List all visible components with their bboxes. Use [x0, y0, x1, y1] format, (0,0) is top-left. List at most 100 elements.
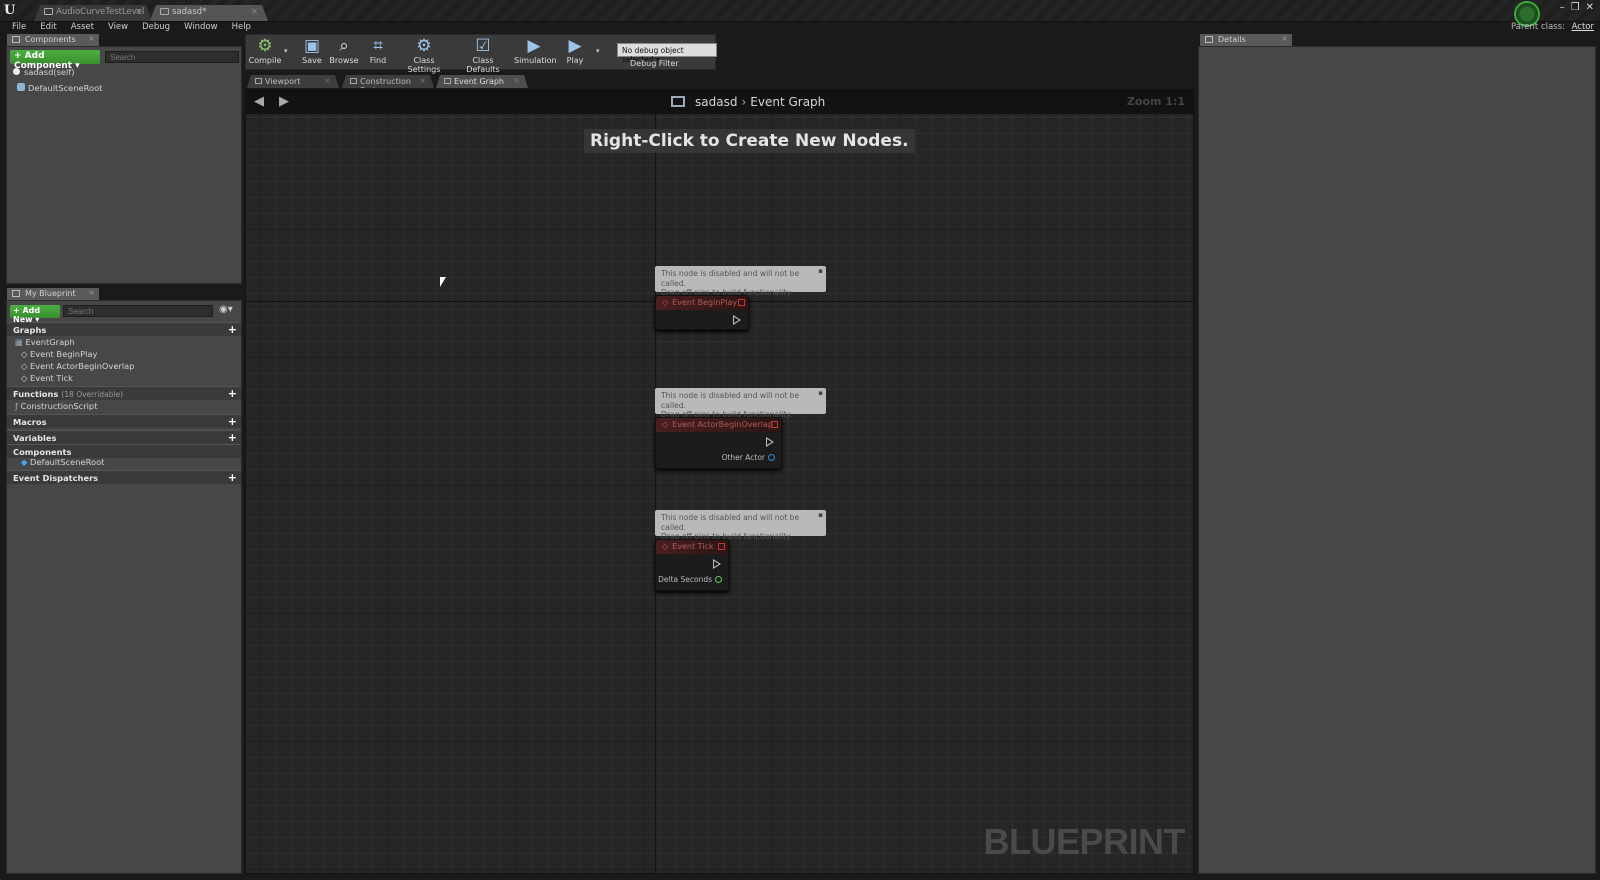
browse-button[interactable]: ⌕ Browse [328, 36, 360, 70]
comment-close-icon[interactable]: ▪ [818, 511, 823, 521]
tree-item-event-tick[interactable]: ◇ Event Tick [7, 373, 241, 385]
event-icon: ◇ [21, 349, 31, 359]
delegate-pin-icon[interactable] [771, 421, 778, 428]
class-defaults-button[interactable]: ☑ Class Defaults [456, 36, 510, 74]
parent-class-link[interactable]: Actor [1572, 22, 1594, 32]
disabled-node-comment: This node is disabled and will not be ca… [655, 388, 826, 419]
tree-item-self[interactable]: sadasd(self) [7, 67, 241, 79]
simulation-button[interactable]: ▶ Simulation [514, 36, 557, 70]
close-icon[interactable]: × [251, 7, 258, 17]
node-event-beginplay[interactable]: ◇ Event BeginPlay [655, 295, 749, 330]
category-event-dispatchers[interactable]: Event Dispatchers + [7, 470, 241, 484]
scene-component-icon: ◆ [21, 457, 31, 467]
menu-asset[interactable]: Asset [71, 22, 94, 34]
node-event-tick[interactable]: ◇ Event Tick Delta Seconds [655, 539, 729, 591]
category-functions[interactable]: Functions (18 Overridable) + [7, 386, 241, 400]
menu-file[interactable]: File [12, 22, 26, 34]
play-button[interactable]: ▶ Play [558, 36, 592, 70]
event-icon: ◇ [662, 298, 669, 307]
graph-origin-vertical [655, 90, 656, 873]
category-variables[interactable]: Variables + [7, 430, 241, 444]
simulation-icon: ▶ [527, 36, 541, 56]
class-settings-button[interactable]: ⚙ Class Settings [398, 36, 450, 74]
category-macros[interactable]: Macros + [7, 414, 241, 428]
add-dispatcher-icon[interactable]: + [228, 471, 237, 484]
add-new-button[interactable]: + Add New ▾ [10, 305, 60, 324]
back-arrow-icon[interactable]: ◀ [254, 94, 264, 109]
pin-delta-seconds[interactable]: Delta Seconds [658, 575, 722, 584]
close-icon[interactable]: × [1281, 34, 1288, 43]
tab-sadasd[interactable]: sadasd* × [150, 5, 268, 21]
tab-audio-curve-level[interactable]: AudioCurveTestLevel × [34, 5, 152, 21]
add-component-button[interactable]: + Add Component ▾ [10, 50, 100, 71]
tree-item-event-beginplay[interactable]: ◇ Event BeginPlay [7, 349, 241, 361]
visibility-eye-icon[interactable]: ◉▾ [219, 304, 233, 315]
menu-view[interactable]: View [108, 22, 128, 34]
save-button[interactable]: ▣ Save [298, 36, 326, 70]
add-macro-icon[interactable]: + [228, 415, 237, 428]
compile-button[interactable]: ⚙ Compile [248, 36, 282, 70]
maximize-icon[interactable]: ❐ [1571, 2, 1580, 13]
compile-options-chevron-icon[interactable]: ▾ [284, 47, 288, 55]
exec-output-pin-icon[interactable] [713, 559, 721, 569]
comment-close-icon[interactable]: ▪ [818, 389, 823, 399]
blueprint-icon [160, 8, 169, 15]
event-graph-canvas[interactable]: ◀ ▶ sadasd › Event Graph Zoom 1:1 Right-Cl… [245, 89, 1194, 874]
play-options-chevron-icon[interactable]: ▾ [596, 47, 600, 55]
breadcrumb-root[interactable]: sadasd [695, 95, 737, 109]
tab-details[interactable]: Details × [1200, 34, 1292, 46]
graph-icon [444, 78, 451, 84]
delegate-pin-icon[interactable] [738, 299, 745, 306]
close-icon[interactable]: × [513, 76, 520, 85]
close-icon[interactable]: × [419, 76, 426, 85]
mouse-cursor-icon [440, 277, 446, 287]
forward-arrow-icon[interactable]: ▶ [279, 94, 289, 109]
node-event-actorbeginoverlap[interactable]: ◇ Event ActorBeginOverlap Other Actor [655, 417, 782, 469]
add-variable-icon[interactable]: + [228, 431, 237, 444]
components-search-input[interactable] [105, 51, 239, 63]
float-pin-icon[interactable] [715, 576, 722, 583]
add-function-icon[interactable]: + [228, 387, 237, 400]
menu-edit[interactable]: Edit [40, 22, 56, 34]
pin-other-actor[interactable]: Other Actor [722, 453, 775, 462]
function-icon [350, 78, 357, 84]
close-icon[interactable]: × [88, 288, 95, 297]
close-window-icon[interactable]: ✕ [1586, 2, 1594, 13]
tree-item-construction-script[interactable]: ƒ ConstructionScript [7, 401, 241, 413]
category-graphs[interactable]: Graphs + [7, 322, 241, 336]
add-graph-icon[interactable]: + [228, 323, 237, 336]
object-pin-icon[interactable] [768, 454, 775, 461]
menu-bar: File Edit Asset View Debug Window Help [0, 22, 1100, 34]
tree-item-default-scene-root-var[interactable]: ◆ DefaultSceneRoot [7, 457, 241, 469]
title-bar: U AudioCurveTestLevel × sadasd* × – ❐ ✕ [0, 0, 1600, 27]
components-panel: + Add Component ▾ sadasd(self) DefaultSc… [6, 46, 242, 284]
menu-debug[interactable]: Debug [142, 22, 170, 34]
tree-item-event-actorbeginoverlap[interactable]: ◇ Event ActorBeginOverlap [7, 361, 241, 373]
tab-my-blueprint[interactable]: My Blueprint × [7, 288, 99, 300]
exec-output-pin-icon[interactable] [766, 437, 774, 447]
my-blueprint-search-input[interactable] [63, 305, 213, 317]
debug-object-select[interactable]: No debug object selected ▾ [617, 43, 717, 64]
find-button[interactable]: ⌗ Find [364, 36, 392, 70]
menu-help[interactable]: Help [232, 22, 251, 34]
close-icon[interactable]: × [324, 76, 331, 85]
tree-item-default-scene-root[interactable]: DefaultSceneRoot [7, 83, 241, 95]
close-icon[interactable]: × [135, 7, 142, 17]
tab-components[interactable]: Components × [7, 34, 99, 46]
level-icon [44, 8, 53, 15]
tab-construction-script[interactable]: Construction Scrip × [342, 75, 434, 88]
comment-close-icon[interactable]: ▪ [818, 267, 823, 277]
class-defaults-icon: ☑ [475, 36, 491, 56]
components-icon [12, 36, 20, 43]
tab-event-graph[interactable]: Event Graph × [436, 75, 528, 88]
category-components[interactable]: Components [7, 444, 241, 458]
close-icon[interactable]: × [88, 34, 95, 43]
breadcrumb: sadasd › Event Graph [671, 95, 825, 109]
menu-window[interactable]: Window [184, 22, 218, 34]
tree-item-event-graph[interactable]: ▦ EventGraph [7, 337, 241, 349]
delegate-pin-icon[interactable] [718, 543, 725, 550]
exec-output-pin-icon[interactable] [733, 315, 741, 325]
minimize-icon[interactable]: – [1560, 2, 1565, 13]
zoom-level: Zoom 1:1 [1126, 95, 1185, 108]
tab-viewport[interactable]: Viewport × [247, 75, 339, 88]
